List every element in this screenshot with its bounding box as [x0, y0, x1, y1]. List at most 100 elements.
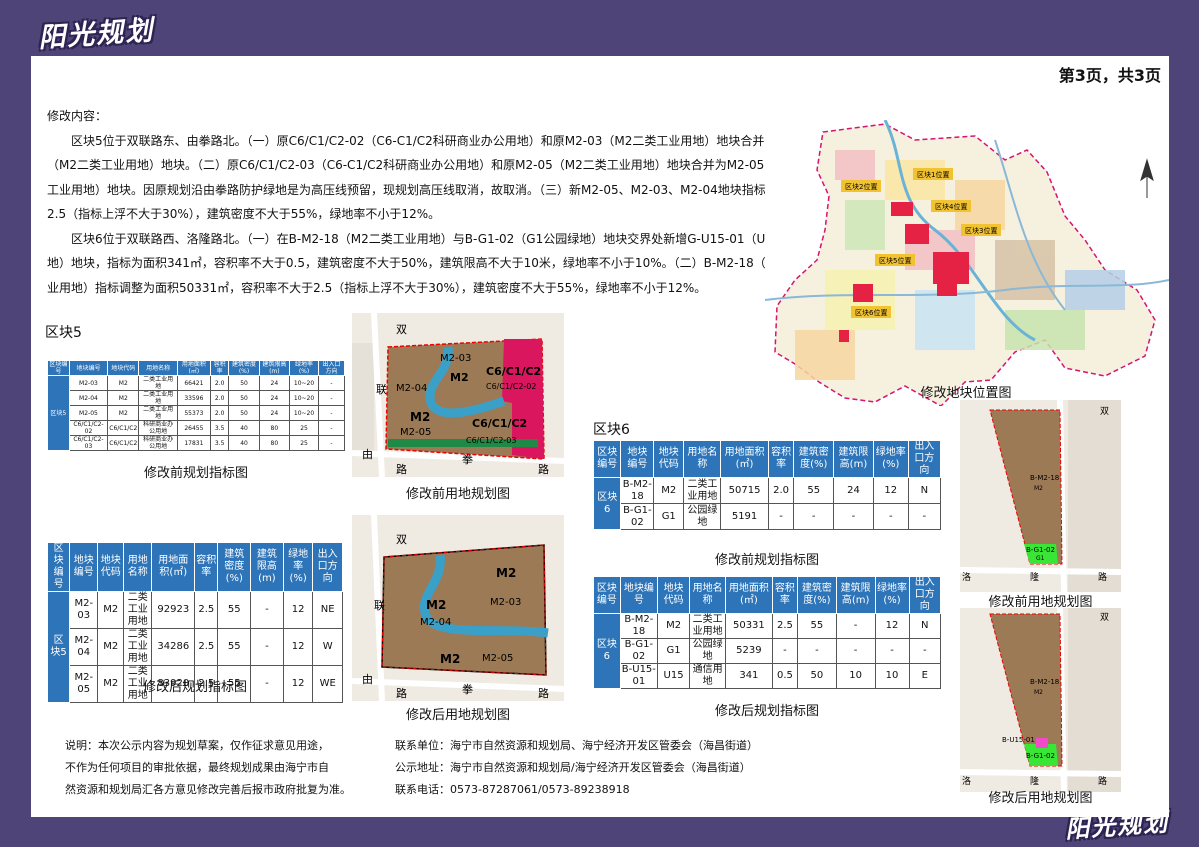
b6-before-road-s1: 洛 [962, 571, 971, 583]
brand-logo-top: 阳光规划 [37, 14, 156, 55]
b5-after-m2-03: M2-03 [490, 597, 521, 608]
b6-before-road-s2: 隆 [1030, 571, 1039, 583]
table-cell: - [250, 628, 284, 666]
block5-before-map-caption: 修改前用地规划图 [405, 487, 510, 502]
table-cell: M2 [97, 628, 125, 666]
b5-before-header-5: 容积率 [209, 360, 230, 376]
note-line-1: 说明：本次公示内容为规划草案，仅作征求意见用途， [65, 739, 329, 752]
table-cell: M2-03 [69, 591, 99, 629]
b6-before-header-9: 出入口方向 [907, 440, 942, 478]
b5-after-road-w1: 联 [374, 599, 385, 612]
b6-after-header-6: 建筑密度(%) [797, 576, 837, 614]
block5-before-table: 区块编号 地块编号 地块代码 用地名称 用地面积(㎡) 容积率 建筑密度(%) 建筑限高(m)… [47, 360, 345, 451]
b6-after-header-4: 用地面积(㎡) [725, 576, 773, 614]
b5-before-m2-04: M2-04 [396, 383, 427, 394]
b5-after-header-5: 容积率 [194, 542, 219, 592]
table-cell: C6/C1/C2 [107, 435, 140, 451]
block6-before-caption: 修改前规划指标图 [714, 553, 819, 568]
table-cell: 2.5 [194, 628, 219, 666]
table-cell: 科研商业办公用地 [138, 435, 178, 451]
page-indicator: 第3页，共3页 [1058, 66, 1161, 85]
intro-heading: 修改内容： [47, 109, 108, 123]
b6-before-header-8: 绿地率(%) [872, 440, 909, 478]
b5-before-road-w1: 联 [376, 383, 387, 396]
loc-tag-4: 区块4位置 [935, 202, 967, 211]
north-arrow-icon [1140, 158, 1154, 198]
table-row: 区块5 M2-03 M2 二类工业用地 66421 2.0 50 24 10~20- [47, 375, 345, 451]
table-cell: 2.0 [767, 477, 795, 504]
table-cell: 17831 [176, 435, 211, 451]
table-cell: B-G1-02 [620, 503, 655, 530]
table-cell: 0.5 [771, 663, 799, 689]
b5-before-header-1: 地块编号 [68, 360, 109, 376]
table-row: C6/C1/C2-02 C6/C1/C2 科研商业办公用地 26455 3.5 40 80 2… [48, 420, 345, 436]
table-cell: 25 [289, 435, 320, 451]
table-cell: 2.0 [209, 405, 230, 421]
note-line-2: 不作为任何项目的审批依据，最终规划成果由海宁市自 [65, 761, 329, 774]
table-cell: M2 [107, 375, 140, 391]
contact-info: 联系单位：海宁市自然资源和规划局、海宁经济开发区管委会（海昌街道） 公示地址：海… [395, 735, 835, 801]
table-cell: 12 [282, 628, 314, 666]
b5-before-header-3: 用地名称 [138, 360, 178, 376]
table-cell: 二类工业用地 [689, 613, 727, 639]
b6-after-header-7: 建筑限高(m) [835, 576, 876, 614]
b5-after-header-7: 建筑限高(m) [250, 542, 284, 592]
table-cell: 5191 [720, 503, 769, 530]
b5-after-road-s2: 路 [538, 687, 549, 700]
table-cell: 2.5 [771, 613, 799, 639]
note-line-3: 然资源和规划局汇各方意见修改完善后报市政府批复为准。 [65, 783, 351, 796]
b6-after-road-s1: 洛 [962, 775, 971, 787]
block6-after-table: 区块编号 地块编号 地块代码 用地名称 用地面积(㎡) 容积率 建筑密度(%) 建筑限高(m)… [593, 576, 942, 689]
b6-before-header-5: 容积率 [767, 440, 795, 478]
b5-after-header-1: 地块编号 [69, 542, 99, 592]
table-cell: 50 [797, 663, 837, 689]
block5-title: 区块5 [45, 325, 82, 341]
b5-after-header-3: 用地名称 [123, 542, 153, 592]
table-cell: 5239 [725, 638, 773, 664]
table-cell: 55 [217, 628, 252, 666]
table-row: M2-04 M2 二类工业用地 34286 2.5 55-12 W [48, 628, 343, 666]
loc-tag-1: 区块1位置 [917, 170, 949, 179]
block5-after-caption: 修改后规划指标图 [142, 680, 247, 695]
b5-after-m2-c: M2 [440, 652, 460, 666]
block6-before-land-use-map: 双 B-M2-18 M2 B-G1-02 G1 洛 隆 路 [960, 400, 1121, 592]
b6-after-u15: B-U15-01 [1002, 736, 1035, 744]
b5-after-m2-b: M2 [426, 598, 446, 612]
b5-before-road-s1: 拳 [462, 452, 473, 466]
disclaimer-notes: 说明：本次公示内容为规划草案，仅作征求意见用途， 不作为任何项目的审批依据，最终… [65, 735, 395, 801]
b6-after-road-s3: 路 [1098, 775, 1107, 787]
b5-before-c6-b: C6/C1/C2 [472, 417, 527, 430]
table-cell: 10~20 [289, 405, 320, 421]
table-cell: 55 [217, 591, 252, 629]
block5-before-caption: 修改前规划指标图 [143, 466, 248, 481]
table-cell: - [318, 405, 345, 421]
table-cell: 50715 [720, 477, 769, 504]
table-cell: 26455 [176, 420, 211, 436]
b6-before-code: B-M2-18 [1030, 474, 1059, 482]
block5-after-land-use-map: 双 联 由 路 拳 路 M2 M2-03 M2 M2-04 M2 M2-05 [352, 515, 564, 701]
b6-before-road-n: 双 [1100, 406, 1109, 417]
table-cell: - [833, 503, 874, 530]
table-cell: 80 [258, 435, 291, 451]
table-cell: 55 [797, 613, 837, 639]
table-cell: 10 [835, 663, 876, 689]
table-cell: 33596 [176, 390, 211, 406]
b5-after-m2-04: M2-04 [420, 617, 451, 628]
table-cell: G1 [656, 638, 691, 664]
b6-before-g1-code: B-G1-02 [1026, 546, 1055, 554]
table-cell: B-U15-01 [619, 663, 658, 689]
b5-before-header-2: 地块代码 [107, 360, 140, 376]
block6-after-map-caption: 修改后用地规划图 [988, 791, 1093, 806]
b5-after-header-8: 绿地率(%) [282, 542, 314, 592]
table-cell: - [793, 503, 835, 530]
table-cell: M2-04 [68, 390, 109, 406]
intro-paragraph-1: 区块5位于双联路东、由拳路北。（一）原C6/C1/C2-02（C6-C1/C2科… [47, 133, 819, 222]
b5-after-header-4: 用地面积(㎡) [151, 542, 196, 592]
b5-after-header-9: 出入口方向 [312, 542, 343, 592]
table-cell: M2-05 [68, 405, 109, 421]
table-cell: N [907, 477, 942, 504]
block5-before-land-use-map: 双 联 由 路 拳 路 M2-03 M2 C6/C1/C2 C6/C1/C2-0… [352, 313, 564, 477]
table-cell: B-M2-18 [619, 613, 658, 639]
table-row: 区块6 B-M2-18 M2 二类工业用地 50331 2.5 55-12 N [593, 613, 942, 689]
table-cell: - [318, 375, 345, 391]
